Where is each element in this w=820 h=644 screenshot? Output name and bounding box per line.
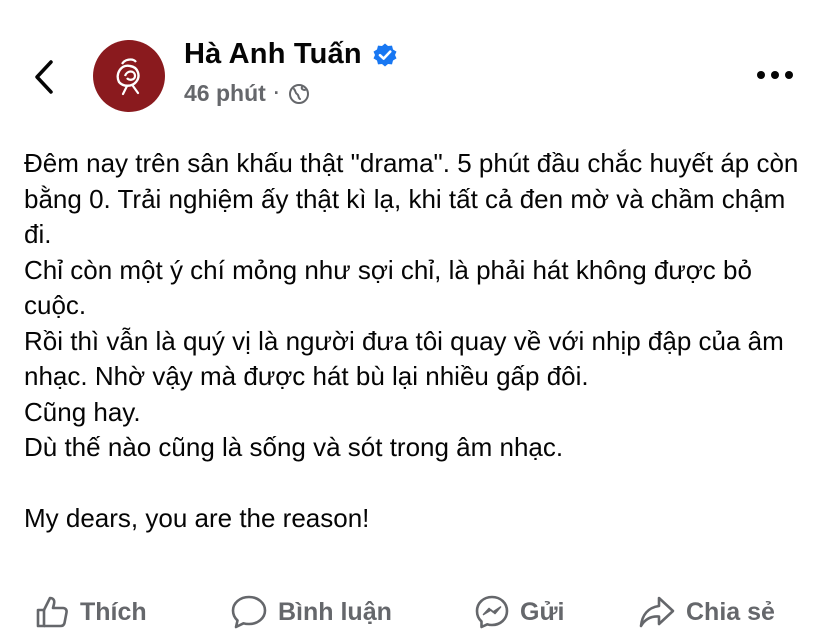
more-horizontal-icon	[757, 71, 793, 79]
post-paragraph: Chỉ còn một ý chí mỏng như sợi chỉ, là p…	[24, 254, 752, 321]
post-paragraph: Rồi thì vẫn là quý vị là người đưa tôi q…	[24, 325, 784, 392]
like-label: Thích	[80, 597, 147, 626]
globe-icon	[288, 83, 309, 104]
post-paragraph: Dù thế nào cũng là sống và sót trong âm …	[24, 432, 564, 462]
thumbs-up-icon	[36, 596, 68, 628]
comment-label: Bình luận	[278, 597, 392, 626]
share-label: Chia sẻ	[686, 597, 775, 626]
action-bar: Thích Bình luận Gửi Chia sẻ	[0, 588, 820, 636]
meta-separator: ·	[273, 83, 280, 103]
verified-badge-icon	[372, 42, 398, 68]
back-button[interactable]	[22, 52, 66, 102]
author-row: Hà Anh Tuấn	[184, 38, 398, 71]
post-meta: 46 phút ·	[184, 80, 310, 107]
send-button[interactable]: Gửi	[474, 588, 565, 636]
post-paragraph: My dears, you are the reason!	[24, 503, 370, 533]
share-button[interactable]: Chia sẻ	[638, 588, 775, 636]
comment-bubble-icon	[231, 595, 267, 629]
post-paragraph: Cũng hay.	[24, 396, 141, 427]
post-text: Đêm nay trên sân khấu thật "drama". 5 ph…	[24, 146, 808, 537]
post-header: Hà Anh Tuấn 46 phút ·	[0, 0, 820, 130]
like-button[interactable]: Thích	[34, 588, 147, 636]
chevron-left-icon	[35, 60, 53, 94]
avatar[interactable]	[93, 40, 165, 112]
post-paragraph: Đêm nay trên sân khấu thật "drama". 5 ph…	[24, 148, 799, 249]
more-options-button[interactable]	[750, 60, 800, 90]
comment-button[interactable]: Bình luận	[230, 588, 392, 636]
send-label: Gửi	[520, 597, 565, 626]
post-timestamp[interactable]: 46 phút	[184, 80, 266, 107]
rose-logo-icon	[116, 58, 140, 96]
messenger-icon	[475, 595, 509, 629]
author-name[interactable]: Hà Anh Tuấn	[184, 38, 362, 71]
share-arrow-icon	[639, 596, 675, 628]
